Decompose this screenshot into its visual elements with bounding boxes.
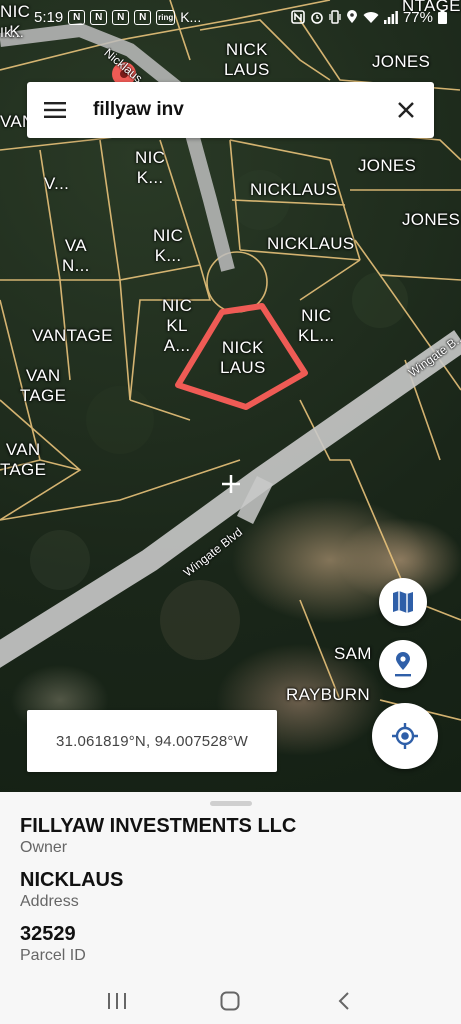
lot-label: RAYBURN: [286, 685, 370, 704]
search-bar: [27, 82, 434, 138]
lot-label: JONES: [372, 52, 431, 71]
map-layers-button[interactable]: [379, 578, 427, 626]
lot-label: NIC K...: [135, 148, 166, 187]
address-value: NICKLAUS: [20, 869, 124, 891]
selected-parcel-label: NICK LAUS: [220, 338, 266, 377]
menu-button[interactable]: [27, 82, 83, 138]
sheet-drag-handle[interactable]: [210, 801, 252, 806]
parcel-info-sheet: FILLYAW INVESTMENTS LLC Owner NICKLAUS A…: [0, 792, 461, 978]
close-icon: [398, 102, 414, 118]
notification-icon: N: [68, 9, 86, 25]
nfc-icon: [291, 10, 305, 24]
lot-label: NICKLAUS: [267, 234, 355, 253]
search-input[interactable]: [83, 99, 378, 121]
notification-overflow: K...: [180, 9, 202, 25]
status-time: 5:19: [34, 8, 64, 26]
my-location-icon: [392, 723, 418, 749]
battery-icon: [438, 10, 447, 24]
alarm-icon: [311, 12, 323, 24]
lot-label: VA N...: [62, 236, 90, 275]
address-label: Address: [20, 893, 79, 910]
home-icon: [220, 991, 240, 1011]
recents-icon: [107, 993, 126, 1009]
parcel-id-label: Parcel ID: [20, 947, 86, 964]
recents-button[interactable]: [97, 981, 137, 1021]
lot-label: NICKLAUS: [250, 180, 338, 199]
lot-label: VAN TAGE: [0, 440, 47, 479]
hamburger-menu-icon: [44, 102, 66, 118]
owner-value: FILLYAW INVESTMENTS LLC: [20, 815, 297, 837]
wifi-icon: [363, 11, 379, 23]
battery-percent: 77%: [402, 8, 433, 26]
signal-icon: [383, 10, 398, 24]
lot-label: VAN TAGE: [20, 366, 67, 405]
lot-label: NICK LAUS: [224, 40, 270, 79]
coordinates-text: 31.061819°N, 94.007528°W: [56, 732, 248, 750]
notification-icon: N: [134, 9, 152, 25]
parcel-id-value: 32529: [20, 923, 76, 945]
lot-label: NIC K...: [153, 226, 184, 265]
notification-icon: ring: [156, 9, 176, 25]
notification-icon: N: [112, 9, 130, 25]
owner-label: Owner: [20, 839, 68, 856]
back-button[interactable]: [324, 981, 364, 1021]
lot-label: NIC KL...: [298, 306, 335, 345]
coordinates-display[interactable]: 31.061819°N, 94.007528°W: [27, 710, 277, 772]
location-pin-icon: [395, 652, 411, 677]
lot-label: JONES: [358, 156, 417, 175]
back-icon: [338, 992, 349, 1010]
lot-label: SAM: [334, 644, 372, 663]
my-location-button[interactable]: [372, 703, 438, 769]
drop-pin-button[interactable]: [379, 640, 427, 688]
notification-icon: N: [90, 9, 108, 25]
lot-label: VANTAGE: [32, 326, 113, 345]
lot-label: NIC KL A...: [162, 296, 193, 355]
lot-label: JONES: [402, 210, 461, 229]
lot-label: V...: [44, 174, 70, 193]
clear-search-button[interactable]: [378, 82, 434, 138]
vibrate-icon: [329, 10, 341, 24]
map-layers-icon: [393, 591, 413, 613]
home-button[interactable]: [210, 981, 250, 1021]
location-status-icon: [346, 10, 357, 23]
status-bar: 5:19 N N N N ring K... 77%: [0, 0, 461, 34]
system-navigation-bar: [0, 978, 461, 1024]
